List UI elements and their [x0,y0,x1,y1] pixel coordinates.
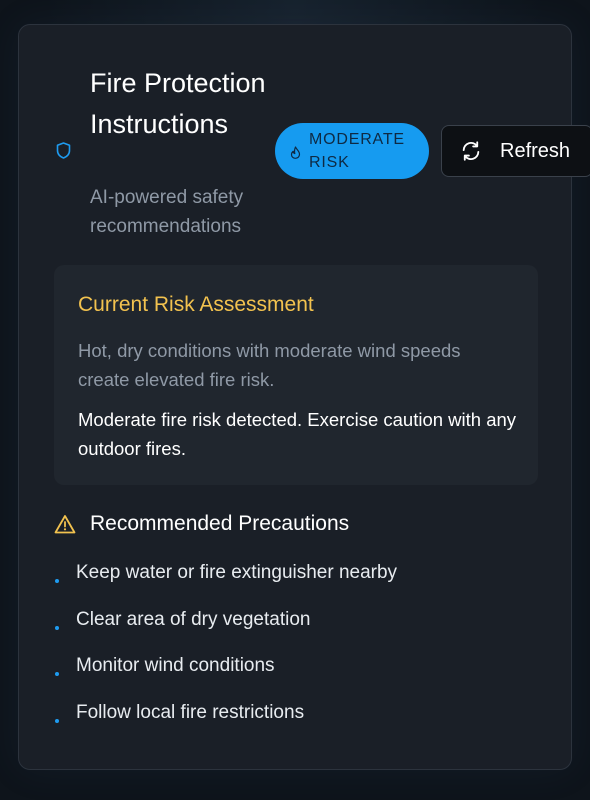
bullet-dot [55,718,59,723]
precautions-list: Keep water or fire extinguisher nearby C… [54,560,397,746]
precaution-text: Monitor wind conditions [76,655,275,676]
shield-icon [56,142,71,159]
bullet-dot [55,672,59,676]
precautions-header: Recommended Precautions [54,512,349,536]
warning-triangle-icon [54,515,76,534]
refresh-icon [462,141,480,161]
list-item: Clear area of dry vegetation [54,607,397,654]
refresh-button-label: Refresh [500,139,571,162]
risk-badge-label: MODERATE RISK [309,131,405,171]
bullet-dot [55,625,59,630]
bullet-dot [55,579,59,583]
refresh-button[interactable]: Refresh [441,125,590,177]
page-title: Fire Protection Instructions [90,68,266,139]
risk-assessment-heading: Current Risk Assessment [78,293,314,316]
precaution-text: Keep water or fire extinguisher nearby [76,562,398,583]
precautions-heading: Recommended Precautions [90,512,350,535]
risk-assessment-message: Moderate fire risk detected. Exercise ca… [78,409,517,459]
flame-icon [290,145,301,159]
page-subtitle: AI-powered safety recommendations [90,187,244,237]
fire-protection-card: Fire Protection Instructions AI-powered … [18,24,590,770]
precaution-text: Clear area of dry vegetation [76,608,311,630]
list-item: Keep water or fire extinguisher nearby [54,560,397,607]
precaution-text: Follow local fire restrictions [76,701,305,723]
risk-level-badge: MODERATE RISK [275,123,429,179]
list-item: Follow local fire restrictions [54,700,397,747]
risk-assessment-panel: Current Risk Assessment Hot, dry conditi… [54,265,538,485]
risk-assessment-description: Hot, dry conditions with moderate wind s… [78,340,461,390]
list-item: Monitor wind conditions [54,653,397,700]
